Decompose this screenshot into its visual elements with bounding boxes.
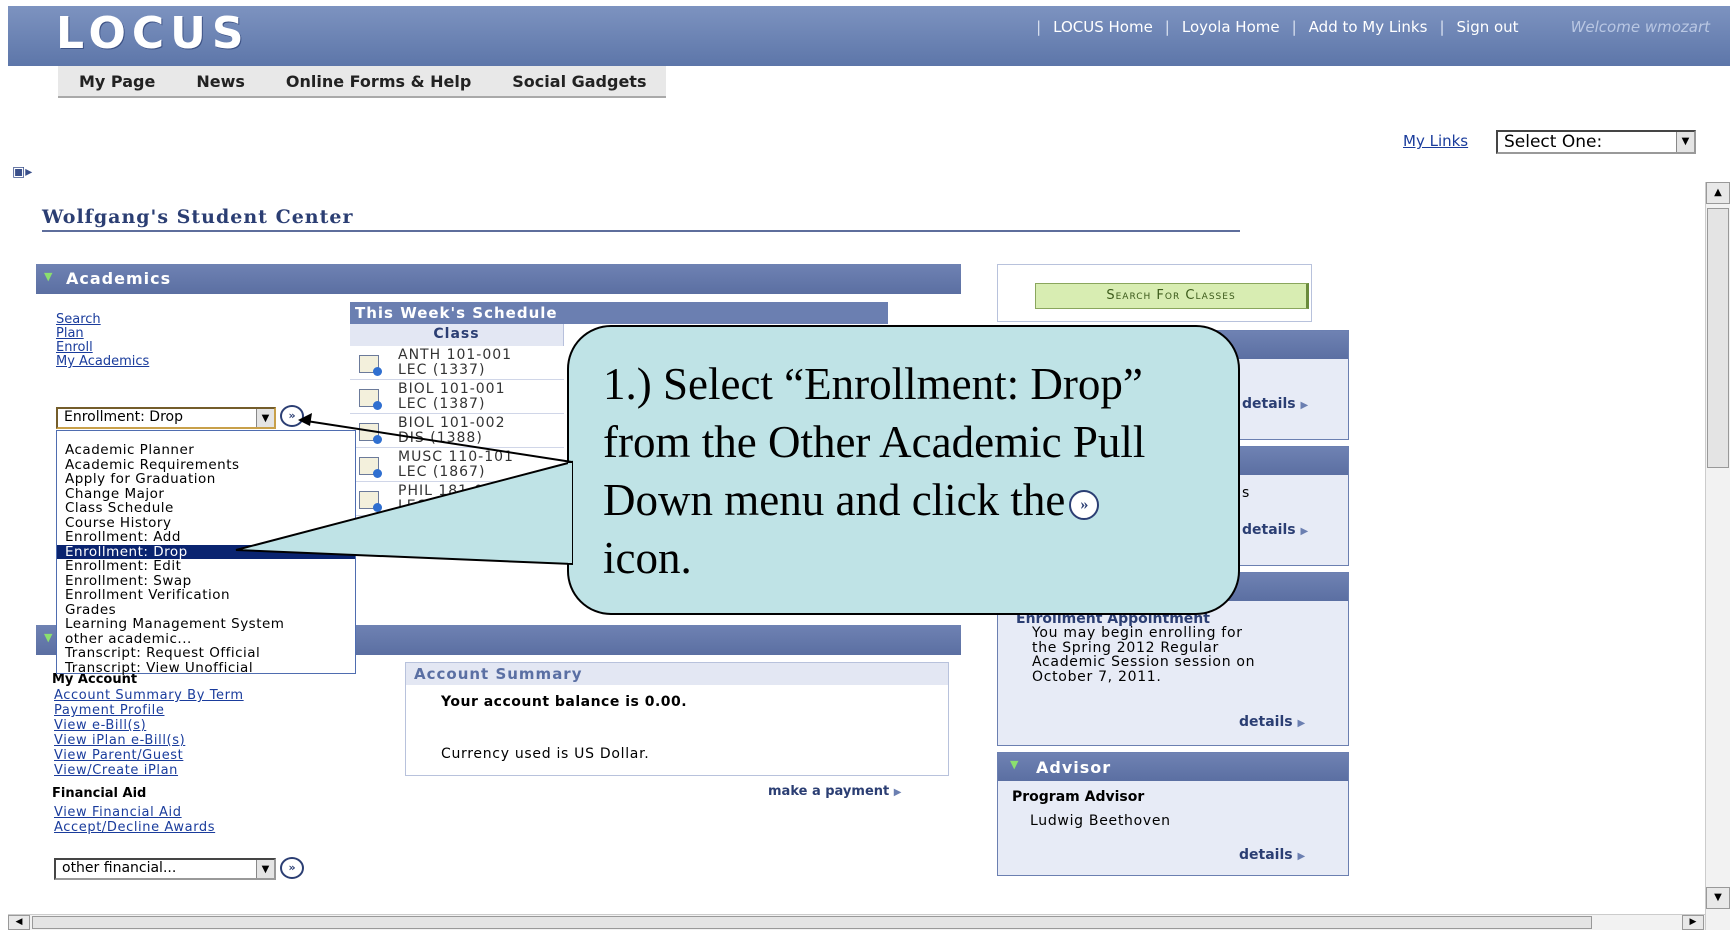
- scroll-left-icon[interactable]: ◀: [8, 915, 30, 930]
- callout-pointer-svg: [235, 413, 573, 566]
- scroll-thumb-horizontal[interactable]: [32, 916, 1592, 929]
- scroll-down-icon[interactable]: ▼: [1706, 887, 1730, 909]
- scroll-thumb[interactable]: [1707, 208, 1729, 468]
- scroll-up-icon[interactable]: ▲: [1706, 182, 1730, 204]
- arrow-line: [299, 419, 573, 463]
- horizontal-scrollbar[interactable]: ◀ ▶: [8, 914, 1705, 930]
- scroll-right-icon[interactable]: ▶: [1682, 915, 1704, 930]
- callout-pointer-tail: [235, 460, 573, 566]
- arrow-head-icon: [298, 413, 312, 426]
- vertical-scrollbar[interactable]: ▲ ▼: [1705, 182, 1730, 930]
